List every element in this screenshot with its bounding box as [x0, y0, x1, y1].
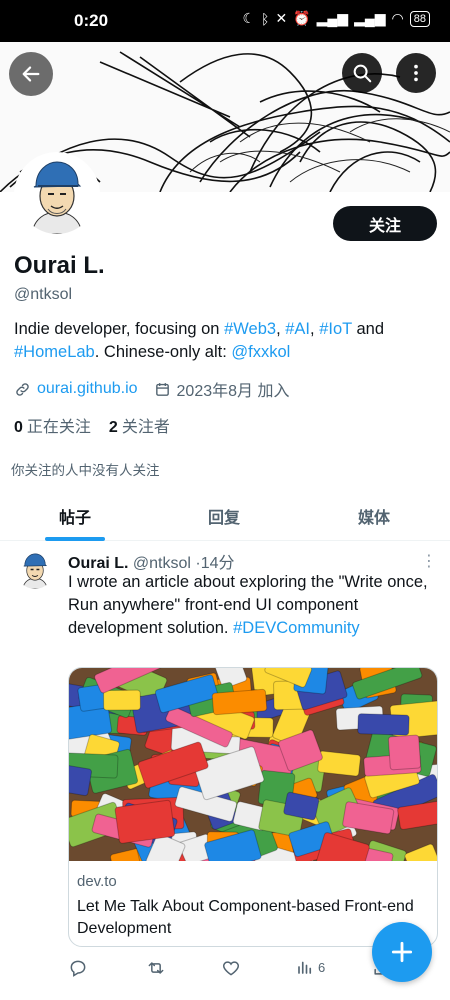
following-label: 正在关注: [26, 419, 91, 436]
moon-icon: ☾: [242, 10, 256, 26]
lego-bricks-image: [69, 668, 437, 861]
profile-meta: ourai.github.io 2023年8月 加入: [14, 377, 289, 401]
post-time: 14分: [200, 555, 235, 572]
tab-replies[interactable]: 回复: [208, 504, 240, 528]
no-mutual-followers: 你关注的人中没有人关注: [11, 463, 160, 478]
back-button[interactable]: [9, 52, 53, 96]
signal-icon: ▂▄▆: [316, 10, 349, 26]
follow-button[interactable]: 关注: [333, 206, 437, 241]
views-chart-icon: [298, 961, 312, 974]
link-preview-card[interactable]: dev.to Let Me Talk About Component-based…: [68, 667, 438, 947]
signal-icon: ▂▄▆: [354, 10, 386, 26]
joined-date: 2023年8月 加入: [176, 383, 290, 400]
following-stat[interactable]: 0 正在关注: [14, 413, 91, 437]
calendar-icon: [155, 382, 169, 396]
link-icon: [16, 382, 29, 396]
lego-brick: [103, 689, 141, 711]
followers-count: 2: [108, 419, 118, 436]
hashtag-iot[interactable]: #IoT: [319, 320, 352, 338]
post-author-name[interactable]: Ourai L.: [68, 555, 128, 572]
website-link[interactable]: ourai.github.io: [37, 380, 138, 398]
reply-icon: [70, 960, 86, 977]
like-button[interactable]: [221, 958, 241, 978]
card-title: Let Me Talk About Component-based Front-…: [77, 898, 414, 937]
profile-handle: @ntksol: [14, 286, 73, 303]
bio-text: ,: [276, 320, 286, 338]
tab-media[interactable]: 媒体: [358, 504, 390, 528]
hashtag-devcommunity[interactable]: #DEVCommunity: [233, 619, 360, 637]
profile-avatar[interactable]: [14, 152, 100, 238]
heart-icon: [222, 961, 240, 976]
mute-icon: ✕: [275, 10, 288, 26]
profile-tabs: 帖子 回复 媒体: [0, 496, 450, 541]
bio-text: ,: [310, 320, 320, 338]
bio-text: Indie developer, focusing on: [14, 320, 225, 338]
compose-post-button[interactable]: [372, 922, 432, 982]
post-avatar[interactable]: [16, 551, 54, 589]
bio-text: . Chinese-only alt:: [94, 343, 232, 361]
lego-brick: [317, 750, 361, 777]
plus-icon: [391, 941, 413, 963]
post-text: I wrote an article about exploring the "…: [68, 571, 428, 640]
lego-brick: [211, 688, 268, 716]
following-count: 0: [14, 419, 23, 436]
battery-icon: 88: [409, 10, 430, 27]
reply-button[interactable]: [68, 958, 88, 978]
followers-label: 关注者: [121, 419, 170, 436]
bluetooth-icon: ᛒ: [261, 10, 270, 27]
search-button[interactable]: [342, 53, 382, 93]
bio-text: and: [351, 320, 385, 338]
status-icons: ☾ ᛒ ✕ ⏰ ▂▄▆ ▂▄▆ ◠ 88: [242, 10, 430, 27]
hashtag-homelab[interactable]: #HomeLab: [14, 343, 95, 361]
back-arrow-icon: [22, 66, 40, 82]
wifi-icon: ◠: [391, 10, 404, 26]
status-bar: 0:20 ☾ ᛒ ✕ ⏰ ▂▄▆ ▂▄▆ ◠ 88: [0, 0, 450, 42]
tab-posts[interactable]: 帖子: [59, 504, 91, 528]
post-header: Ourai L. @ntksol ·14分: [68, 549, 235, 573]
mention-link[interactable]: @fxxkol: [231, 343, 290, 361]
search-icon: [353, 64, 372, 83]
card-domain: dev.to: [77, 873, 117, 890]
views-button[interactable]: 6: [296, 958, 325, 976]
lego-brick: [114, 799, 176, 844]
profile-name: Ourai L.: [14, 252, 105, 279]
alarm-icon: ⏰: [293, 10, 311, 26]
active-tab-indicator: [45, 537, 105, 541]
hashtag-ai[interactable]: #AI: [285, 320, 310, 338]
follow-stats: 0 正在关注 2 关注者: [14, 413, 170, 437]
profile-bio: Indie developer, focusing on #Web3, #AI,…: [14, 318, 434, 364]
views-count: 6: [318, 959, 326, 975]
repost-icon: [148, 962, 164, 974]
lego-brick: [387, 734, 422, 771]
lego-brick: [69, 764, 92, 797]
post-more-icon[interactable]: ⋮: [421, 551, 437, 571]
repost-button[interactable]: [145, 958, 167, 978]
hashtag-web3[interactable]: #Web3: [224, 320, 276, 338]
more-options-button[interactable]: [396, 53, 436, 93]
post-author-handle: @ntksol: [132, 555, 191, 572]
avatar-illustration: [18, 156, 96, 234]
followers-stat[interactable]: 2 关注者: [109, 413, 170, 437]
status-time: 0:20: [74, 11, 109, 30]
avatar-illustration: [16, 551, 54, 589]
more-vertical-icon: [414, 64, 418, 82]
lego-brick: [357, 713, 410, 736]
